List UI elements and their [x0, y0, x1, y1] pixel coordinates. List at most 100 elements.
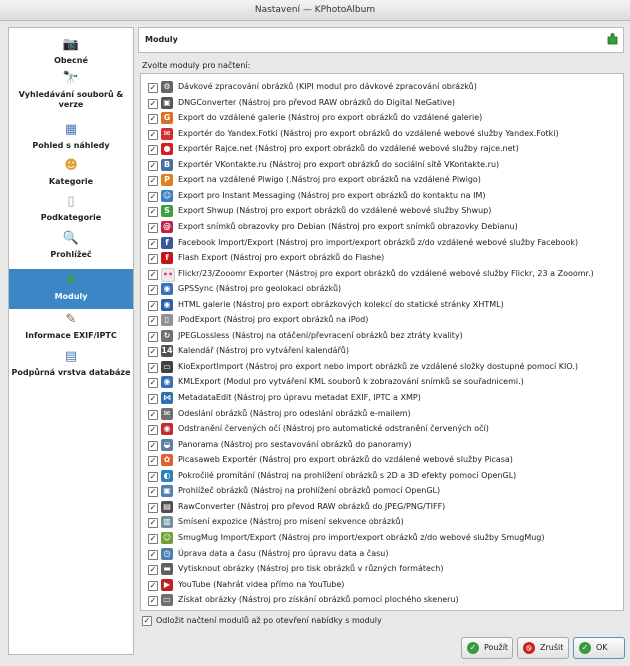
- plugin-row[interactable]: ✓ S Export Shwup (Nástroj pro export obráz…: [141, 203, 623, 219]
- im-icon: ☺: [161, 189, 173, 202]
- sidebar-item-3[interactable]: ▦ Pohled s náhledy: [9, 118, 133, 152]
- plugin-row[interactable]: ✓ •• Flickr/23/Zooomr Exporter (Nástroj pr…: [141, 266, 623, 282]
- plugin-row[interactable]: ✓ ◉ KMLExport (Modul pro vytváření KML sou…: [141, 374, 623, 390]
- plugin-checkbox[interactable]: ✓: [148, 471, 158, 482]
- sidebar-item-1[interactable]: 📷 Obecné: [9, 33, 133, 65]
- plugin-checkbox[interactable]: ✓: [148, 347, 158, 358]
- plugin-checkbox[interactable]: ✓: [148, 285, 158, 296]
- plugin-checkbox[interactable]: ✓: [148, 533, 158, 544]
- clock-icon: ◷: [161, 547, 173, 560]
- yandex-icon: ✉: [161, 127, 173, 140]
- plugin-checkbox[interactable]: ✓: [148, 549, 158, 560]
- plugin-checkbox[interactable]: ✓: [148, 316, 158, 327]
- magnifier-icon: 🔍: [62, 231, 80, 246]
- kio-icon: ▭: [161, 360, 173, 373]
- plugin-checkbox[interactable]: ✓: [148, 254, 158, 265]
- plugin-row[interactable]: ✓ ☺ SmugMug Import/Export (Nástroj pro imp…: [141, 530, 623, 546]
- plugin-row[interactable]: ✓ f Facebook Import/Export (Nástroj pro im…: [141, 235, 623, 251]
- plugin-row[interactable]: ✓ ◉ Odstranění červených očí (Nástroj pro …: [141, 421, 623, 437]
- plugin-checkbox[interactable]: ✓: [148, 222, 158, 233]
- vkontakte-icon: B: [161, 158, 173, 171]
- plugin-row[interactable]: ✓ ◉ HTML galerie (Nástroj pro export obráz…: [141, 297, 623, 313]
- plugin-row[interactable]: ✓ ◒ Panorama (Nástroj pro sestavování obrá…: [141, 437, 623, 453]
- plugin-name: Export pro Instant Messaging (Nástroj pr…: [178, 190, 486, 200]
- plugin-checkbox[interactable]: ✓: [148, 394, 158, 404]
- plugin-row[interactable]: ✓ ◷ Úprava data a času (Nástroj pro úpravu…: [141, 546, 623, 562]
- plugin-checkbox[interactable]: ✓: [148, 160, 158, 171]
- plugin-row[interactable]: ✓ ◐ Pokročilé promítání (Nástroj na prohlí…: [141, 468, 623, 484]
- sidebar-item-label: Kategorie: [48, 177, 94, 186]
- plugin-row[interactable]: ✓ ✉ Odeslání obrázků (Nástroj pro odeslání…: [141, 406, 623, 422]
- plugin-row[interactable]: ✓ ⋈ MetadataEdit (Nástroj pro úpravu metad…: [141, 390, 623, 406]
- plugin-row[interactable]: ✓ ✉ Exportér do Yandex.Fotki (Nástroj pro …: [141, 126, 623, 142]
- plugin-name: SmugMug Import/Export (Nástroj pro impor…: [178, 532, 545, 542]
- plugin-row[interactable]: ✓ G Export do vzdálené galerie (Nástroj pr…: [141, 110, 623, 126]
- plugin-checkbox[interactable]: ✓: [148, 440, 158, 451]
- kml-icon: ◉: [161, 376, 173, 389]
- plugin-checkbox[interactable]: ✓: [148, 487, 158, 498]
- apply-button[interactable]: ✓ Použít: [461, 637, 513, 659]
- plugin-row[interactable]: ✓ ✿ Picasaweb Exportér (Nástroj pro export…: [141, 452, 623, 468]
- plugin-checkbox[interactable]: ✓: [148, 269, 158, 280]
- plugin-row[interactable]: ✓ ⚙ Dávkové zpracování obrázků (KIPI modul…: [141, 79, 623, 95]
- plugin-name: Export snímků obrazovky pro Debian (Nást…: [178, 221, 518, 231]
- sidebar-item-2[interactable]: 🔭 Vyhledávání souborů & verze: [9, 67, 133, 117]
- cancel-icon: ⦸: [523, 642, 535, 654]
- plugin-name: YouTube (Nahrát videa přímo na YouTube): [178, 579, 345, 589]
- plugin-row[interactable]: ✓ ▥ Smísení expozice (Nástroj pro mísení s…: [141, 514, 623, 530]
- delay-loading-checkbox[interactable]: ✓: [142, 616, 152, 626]
- sidebar-item-6[interactable]: 🔍 Prohlížeč: [9, 227, 133, 267]
- cancel-button[interactable]: ⦸ Zrušit: [517, 637, 569, 659]
- sidebar-item-9[interactable]: ▤ Podpůrná vrstva databáze: [9, 345, 133, 401]
- plugin-row[interactable]: ✓ f Flash Export (Nástroj pro export obráz…: [141, 250, 623, 266]
- plugin-checkbox[interactable]: ✓: [148, 331, 158, 342]
- plugin-checkbox[interactable]: ✓: [148, 409, 158, 420]
- plugin-row[interactable]: ✓ B Exportér VKontakte.ru (Nástroj pro exp…: [141, 157, 623, 173]
- plugin-row[interactable]: ✓ ▣ Prohlížeč obrázků (Nástroj na prohlíže…: [141, 483, 623, 499]
- ok-button[interactable]: ✓ OK: [573, 637, 625, 659]
- plugin-row[interactable]: ✓ ▭ KioExportImport (Nástroj pro export ne…: [141, 359, 623, 375]
- plugin-name: RawConverter (Nástroj pro převod RAW obr…: [178, 501, 446, 511]
- plugin-row[interactable]: ✓ ● Exportér Rajce.net (Nástroj pro export…: [141, 141, 623, 157]
- plugin-checkbox[interactable]: ✓: [148, 378, 158, 389]
- plugin-checkbox[interactable]: ✓: [148, 596, 158, 607]
- plugin-checkbox[interactable]: ✓: [148, 425, 158, 436]
- plugin-row[interactable]: ✓ ▣ DNGConverter (Nástroj pro převod RAW o…: [141, 95, 623, 111]
- binoculars-icon: 🔭: [62, 71, 80, 86]
- plugin-row[interactable]: ✓ ▶ YouTube (Nahrát videa přímo na YouTube…: [141, 577, 623, 593]
- plugin-row[interactable]: ✓ ◉ GPSSync (Nástroj pro geolokaci obrázků…: [141, 281, 623, 297]
- plugin-checkbox[interactable]: ✓: [148, 456, 158, 467]
- plugin-checkbox[interactable]: ✓: [148, 565, 158, 576]
- sidebar-item-5[interactable]: ▯ Podkategorie: [9, 190, 133, 224]
- plugin-row[interactable]: ✓ ↻ JPEGLossless (Nástroj na otáčení/převr…: [141, 328, 623, 344]
- plugin-list[interactable]: ✓ ⚙ Dávkové zpracování obrázků (KIPI modul…: [140, 73, 624, 611]
- plugin-checkbox[interactable]: ✓: [148, 114, 158, 125]
- plugin-checkbox[interactable]: ✓: [148, 207, 158, 218]
- plugin-row[interactable]: ✓ @ Export snímků obrazovky pro Debian (Ná…: [141, 219, 623, 235]
- plugin-checkbox[interactable]: ✓: [148, 518, 158, 529]
- plugin-row[interactable]: ✓ ▯ iPodExport (Nástroj pro export obrázků…: [141, 312, 623, 328]
- sidebar-item-7[interactable]: ✚ Moduly: [9, 269, 133, 309]
- plugin-row[interactable]: ✓ ▭ Získat obrázky (Nástroj pro získání ob…: [141, 592, 623, 608]
- plugin-checkbox[interactable]: ✓: [148, 129, 158, 140]
- plugin-checkbox[interactable]: ✓: [148, 238, 158, 249]
- plugin-row[interactable]: ✓ 14 Kalendář (Nástroj pro vytváření kalen…: [141, 343, 623, 359]
- plugin-checkbox[interactable]: ✓: [148, 145, 158, 156]
- plugin-row[interactable]: ✓ P Export na vzdálené Piwigo (.Nástroj pr…: [141, 172, 623, 188]
- gallery-icon: G: [161, 112, 173, 125]
- plugin-checkbox[interactable]: ✓: [148, 362, 158, 373]
- plugin-name: KioExportImport (Nástroj pro export nebo…: [178, 361, 579, 371]
- plugin-checkbox[interactable]: ✓: [148, 502, 158, 513]
- plugin-checkbox[interactable]: ✓: [148, 98, 158, 109]
- plugin-row[interactable]: ✓ ▬ Vytisknout obrázky (Nástroj pro tisk o…: [141, 561, 623, 577]
- plugin-row[interactable]: ✓ ▤ RawConverter (Nástroj pro převod RAW o…: [141, 499, 623, 515]
- plugin-row[interactable]: ✓ ☺ Export pro Instant Messaging (Nástroj …: [141, 188, 623, 204]
- sidebar-item-4[interactable]: ☻ Kategorie: [9, 154, 133, 188]
- sidebar-item-8[interactable]: ✎ Informace EXIF/IPTC: [9, 308, 133, 342]
- plugin-checkbox[interactable]: ✓: [148, 300, 158, 311]
- plugin-checkbox[interactable]: ✓: [148, 83, 158, 93]
- plugin-name: Flickr/23/Zooomr Exporter (Nástroj pro e…: [178, 268, 594, 278]
- plugin-checkbox[interactable]: ✓: [148, 191, 158, 202]
- plugin-checkbox[interactable]: ✓: [148, 580, 158, 591]
- plugin-checkbox[interactable]: ✓: [148, 176, 158, 187]
